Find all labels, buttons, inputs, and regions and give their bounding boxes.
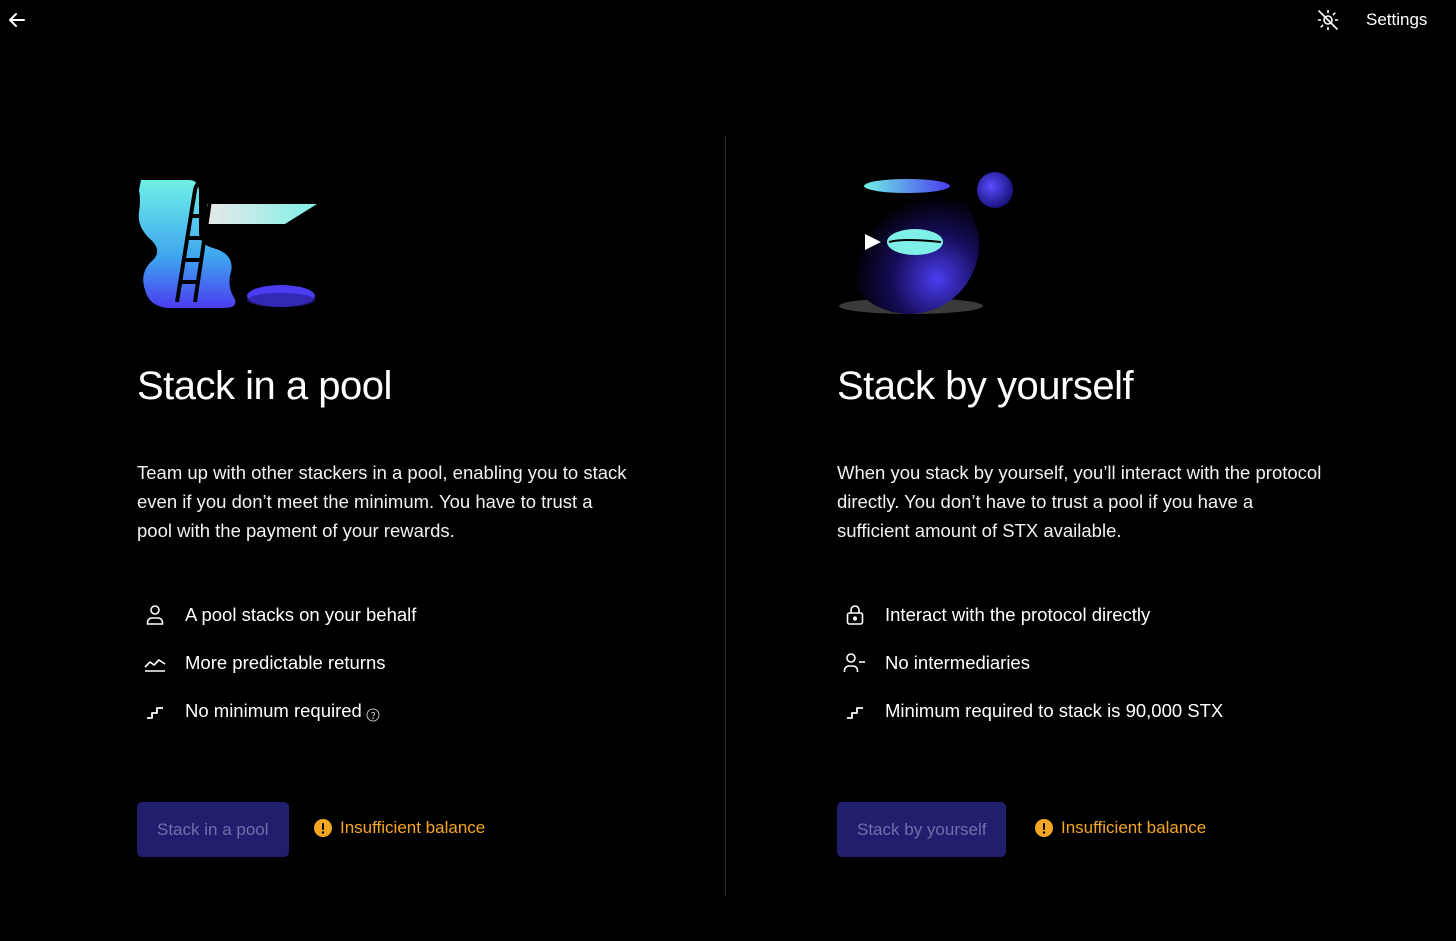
warning-text: Insufficient balance [340, 818, 486, 837]
exclamation-circle-icon [313, 818, 333, 838]
feature-label: A pool stacks on your behalf [185, 604, 417, 625]
exclamation-circle-icon [1034, 818, 1054, 838]
solo-description: When you stack by yourself, you’ll inter… [837, 462, 1322, 541]
feature-item: Interact with the protocol directly [837, 600, 1357, 630]
feature-item: A pool stacks on your behalf [137, 600, 657, 630]
pool-title: Stack in a pool [137, 364, 392, 408]
feature-item: More predictable returns [137, 648, 657, 678]
feature-item: Minimum required to stack is 90,000 STX [837, 696, 1357, 726]
feature-label: No intermediaries [885, 652, 1030, 673]
feature-label: More predictable returns [185, 652, 386, 673]
feature-label: No minimum required [185, 700, 380, 722]
arrow-left-icon[interactable] [6, 9, 28, 31]
lock-icon [843, 603, 867, 627]
pool-ladder-illustration [137, 172, 337, 317]
pool-description: Team up with other stackers in a pool, e… [137, 462, 627, 541]
column-divider [725, 136, 726, 896]
feature-item: No minimum required [137, 696, 657, 726]
insufficient-balance-warning: Insufficient balance [1034, 816, 1206, 840]
stairs-icon [843, 699, 867, 723]
feature-item: No intermediaries [837, 648, 1357, 678]
feature-label: Interact with the protocol directly [885, 604, 1151, 625]
warning-text: Insufficient balance [1061, 818, 1207, 837]
stairs-icon [143, 699, 167, 723]
feature-label: Minimum required to stack is 90,000 STX [885, 700, 1224, 721]
solo-option-card: Stack by yourself When you stack by your… [837, 0, 1397, 941]
pool-option-card: Stack in a pool Team up with other stack… [137, 0, 697, 941]
stack-in-pool-button[interactable]: Stack in a pool [137, 802, 289, 857]
user-minus-icon [843, 651, 867, 675]
stack-by-yourself-button[interactable]: Stack by yourself [837, 802, 1007, 857]
fish-bowl-illustration [837, 172, 1037, 317]
solo-title: Stack by yourself [837, 364, 1134, 408]
chart-line-icon [143, 651, 167, 675]
question-circle-icon[interactable] [366, 705, 380, 722]
insufficient-balance-warning: Insufficient balance [313, 816, 485, 840]
user-icon [143, 603, 167, 627]
